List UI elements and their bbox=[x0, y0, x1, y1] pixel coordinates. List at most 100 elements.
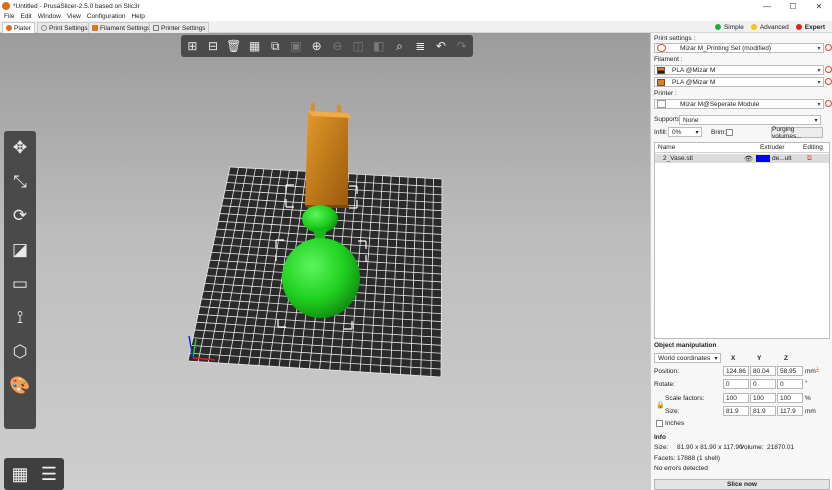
edit-filament-2-icon[interactable] bbox=[825, 78, 832, 85]
chevron-down-icon: ▾ bbox=[817, 45, 821, 52]
rotate-label: Rotate: bbox=[654, 381, 675, 388]
preview-button[interactable]: ☰ bbox=[36, 461, 62, 487]
menu-file[interactable]: File bbox=[4, 13, 14, 20]
chevron-down-icon: ▾ bbox=[714, 355, 718, 362]
chevron-down-icon: ▾ bbox=[817, 101, 821, 108]
tab-printer-settings[interactable]: Printer Settings bbox=[149, 22, 210, 33]
search-button[interactable]: ⌕ bbox=[390, 37, 409, 55]
tab-filament-settings[interactable]: Filament Settings bbox=[88, 22, 155, 33]
settings-sidebar: Print settings : Mizar M_Printing Set (m… bbox=[650, 33, 832, 490]
mmu-paint-tool[interactable]: 🎨 bbox=[7, 373, 33, 399]
position-y-input[interactable]: 80.04 bbox=[750, 366, 776, 376]
slice-now-button[interactable]: Slice now bbox=[654, 479, 830, 490]
brim-checkbox[interactable] bbox=[726, 129, 733, 136]
undo-button[interactable]: ↶ bbox=[432, 37, 451, 55]
redo-icon: ↷ bbox=[456, 39, 467, 53]
menu-configuration[interactable]: Configuration bbox=[87, 13, 126, 20]
supports-combo[interactable]: None ▾ bbox=[679, 115, 821, 125]
scale-z-input[interactable]: 100 bbox=[777, 393, 803, 403]
layers-preview-icon: ☰ bbox=[40, 463, 58, 484]
printer-icon bbox=[657, 100, 666, 108]
tab-plater[interactable]: Plater bbox=[2, 22, 35, 33]
rotate-tool[interactable]: ⟳ bbox=[7, 203, 33, 229]
copy-button[interactable]: ⧉ bbox=[266, 37, 285, 55]
mode-expert[interactable]: Expert bbox=[795, 24, 825, 31]
position-z-input[interactable]: 58.95 bbox=[777, 366, 803, 376]
info-volume-label: Volume: bbox=[740, 444, 764, 451]
filament-combo-1[interactable]: PLA @Mizar M ▾ bbox=[654, 65, 824, 75]
undo-icon: ↶ bbox=[435, 39, 447, 53]
scale-x-input[interactable]: 100 bbox=[723, 393, 749, 403]
object-list[interactable]: Name Extruder Editing 2_Vase.stl 👁 de...… bbox=[654, 142, 830, 339]
supports-paint-tool[interactable]: ⟟ bbox=[7, 305, 33, 331]
drop-to-bed-icon[interactable]: ⤓ bbox=[816, 366, 819, 374]
rectangular-block-object[interactable] bbox=[305, 103, 352, 208]
arrange-button[interactable]: ▦ bbox=[245, 37, 264, 55]
minimize-button[interactable]: — bbox=[754, 0, 780, 12]
menu-window[interactable]: Window bbox=[38, 13, 61, 20]
mode-simple[interactable]: Simple bbox=[714, 24, 744, 31]
size-unit: mm bbox=[805, 408, 816, 415]
menu-help[interactable]: Help bbox=[131, 13, 144, 20]
tab-print-settings[interactable]: Print Settings bbox=[37, 22, 92, 33]
place-on-face-tool[interactable]: ◪ bbox=[7, 237, 33, 263]
edit-object-icon[interactable]: ⧉ bbox=[807, 155, 812, 163]
cut-tool[interactable]: ▭ bbox=[7, 271, 33, 297]
3d-view-button[interactable]: ▦ bbox=[7, 461, 33, 487]
edit-printer-icon[interactable] bbox=[825, 100, 832, 107]
lock-icon[interactable]: 🔒 bbox=[656, 401, 665, 409]
delete-all-button[interactable]: 🗑 bbox=[224, 37, 243, 55]
size-z-input[interactable]: 117.9 bbox=[777, 406, 803, 416]
infill-combo[interactable]: 0% ▾ bbox=[668, 127, 702, 137]
add-button[interactable]: ⊞ bbox=[183, 37, 202, 55]
position-x-input[interactable]: 124.86 bbox=[723, 366, 749, 376]
filament-combo-2[interactable]: PLA @Mizar M ▾ bbox=[654, 77, 824, 87]
object-row[interactable]: 2_Vase.stl 👁 de...ult ⧉ bbox=[655, 154, 829, 163]
mode-switcher: Simple Advanced Expert bbox=[714, 21, 832, 33]
menu-edit[interactable]: Edit bbox=[20, 13, 31, 20]
column-editing[interactable]: Editing bbox=[803, 144, 823, 151]
menu-view[interactable]: View bbox=[67, 13, 81, 20]
extruder-value[interactable]: de...ult bbox=[772, 155, 792, 162]
move-tool[interactable]: ✥ bbox=[7, 135, 33, 161]
rotate-x-input[interactable]: 0 bbox=[723, 379, 749, 389]
tab-print-settings-label: Print Settings bbox=[49, 24, 88, 32]
maximize-button[interactable]: ☐ bbox=[780, 0, 806, 12]
layers-editing-button[interactable]: ≣ bbox=[411, 37, 430, 55]
print-settings-combo[interactable]: Mizar M_Printing Set (modified) ▾ bbox=[654, 43, 824, 53]
split-parts-button[interactable]: ◧ bbox=[369, 37, 388, 55]
rotate-y-input[interactable]: 0 bbox=[750, 379, 776, 389]
filament-color-swatch-icon bbox=[657, 78, 665, 86]
redo-button[interactable]: ↷ bbox=[452, 37, 471, 55]
edit-print-settings-icon[interactable] bbox=[825, 44, 832, 51]
plater-icon bbox=[6, 25, 12, 31]
close-button[interactable]: ✕ bbox=[806, 0, 832, 12]
edit-filament-1-icon[interactable] bbox=[825, 66, 832, 73]
scale-y-input[interactable]: 100 bbox=[750, 393, 776, 403]
supports-value: None bbox=[683, 116, 699, 124]
3d-scene[interactable] bbox=[0, 33, 650, 490]
visibility-eye-icon[interactable]: 👁 bbox=[744, 155, 753, 163]
add-instance-button[interactable]: ⊕ bbox=[307, 37, 326, 55]
split-objects-button[interactable]: ◫ bbox=[349, 37, 368, 55]
size-y-input[interactable]: 81.9 bbox=[750, 406, 776, 416]
delete-button[interactable]: ⊟ bbox=[204, 37, 223, 55]
top-toolbar: ⊞ ⊟ 🗑 ▦ ⧉ ▣ ⊕ ⊖ ◫ ◧ ⌕ ≣ ↶ ↷ bbox=[181, 35, 473, 57]
column-extruder[interactable]: Extruder bbox=[760, 144, 785, 151]
scale-unit: % bbox=[805, 395, 811, 402]
printer-combo[interactable]: Mizar M@Seperate Module ▾ bbox=[654, 99, 824, 109]
mode-advanced[interactable]: Advanced bbox=[750, 24, 789, 31]
remove-instance-button[interactable]: ⊖ bbox=[328, 37, 347, 55]
purging-volumes-button[interactable]: Purging volumes... bbox=[771, 126, 823, 140]
paste-button[interactable]: ▣ bbox=[287, 37, 306, 55]
scale-tool[interactable]: ⤡ bbox=[7, 169, 33, 195]
remove-instance-icon: ⊖ bbox=[332, 39, 343, 53]
inches-checkbox[interactable] bbox=[656, 420, 663, 427]
3d-viewport[interactable]: ⊞ ⊟ 🗑 ▦ ⧉ ▣ ⊕ ⊖ ◫ ◧ ⌕ ≣ ↶ ↷ ✥ ⤡ ⟳ ◪ ▭ ⟟ … bbox=[0, 33, 650, 490]
size-x-input[interactable]: 81.9 bbox=[723, 406, 749, 416]
seam-paint-tool[interactable]: ⬡ bbox=[7, 339, 33, 365]
coordinates-combo[interactable]: World coordinates ▾ bbox=[654, 353, 721, 363]
chevron-down-icon: ▾ bbox=[814, 117, 818, 124]
rotate-z-input[interactable]: 0 bbox=[777, 379, 803, 389]
column-name[interactable]: Name bbox=[658, 144, 675, 151]
